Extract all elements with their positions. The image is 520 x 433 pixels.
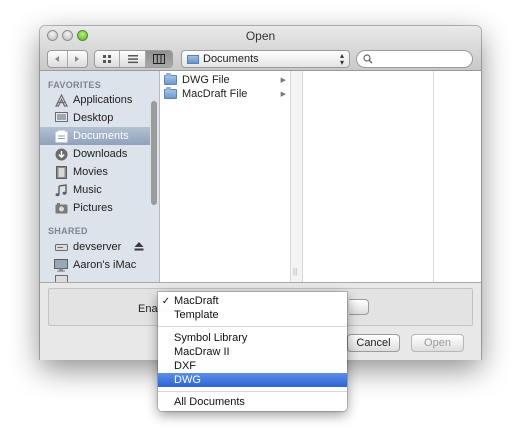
disclosure-arrow-icon: ▶ <box>280 77 286 84</box>
downloads-icon <box>54 147 68 161</box>
computer-icon <box>54 272 68 282</box>
sidebar-item-label: Aaron's iMac <box>73 259 137 271</box>
sidebar: FAVORITES Applications Desktop Documents… <box>40 71 160 282</box>
location-popup-label: Documents <box>203 53 259 65</box>
sidebar-item-downloads[interactable]: Downloads <box>40 145 150 163</box>
disclosure-arrow-icon: ▶ <box>280 91 286 98</box>
forward-button[interactable] <box>68 51 87 67</box>
browser-column-2 <box>303 71 434 282</box>
folder-icon <box>164 87 177 99</box>
menu-item-template[interactable]: Template <box>158 308 347 322</box>
search-icon <box>363 54 373 64</box>
sidebar-item-label: Music <box>73 184 102 196</box>
column-view-button[interactable] <box>145 51 172 67</box>
list-view-icon <box>127 55 138 64</box>
documents-icon <box>54 129 68 143</box>
list-item-macdraft-file[interactable]: MacDraft File ▶ <box>160 87 290 101</box>
icon-view-button[interactable] <box>95 51 121 67</box>
sidebar-item-music[interactable]: Music <box>40 181 150 199</box>
menu-item-dwg[interactable]: DWG <box>158 373 347 387</box>
column-view-icon <box>152 54 165 64</box>
menu-item-symbol-library[interactable]: Symbol Library <box>158 331 347 345</box>
sidebar-item-label: Movies <box>73 166 108 178</box>
movies-icon <box>54 165 68 179</box>
menu-item-dxf[interactable]: DXF <box>158 359 347 373</box>
sidebar-item-documents[interactable]: Documents <box>40 127 150 145</box>
list-item-label: MacDraft File <box>182 88 248 100</box>
music-icon <box>54 183 68 197</box>
chevron-left-icon <box>55 56 60 62</box>
window-title: Open <box>245 29 276 43</box>
list-view-button[interactable] <box>120 51 146 67</box>
sidebar-item-pictures[interactable]: Pictures <box>40 199 150 217</box>
documents-folder-icon <box>187 54 199 64</box>
format-popup-edge[interactable] <box>349 299 369 315</box>
menu-item-macdraw-ii[interactable]: MacDraw II <box>158 345 347 359</box>
sidebar-item-label: Documents <box>73 130 129 142</box>
menu-separator <box>158 326 347 327</box>
cancel-button[interactable]: Cancel <box>347 334 400 352</box>
browser-column-1: DWG File ▶ MacDraft File ▶ <box>160 71 291 282</box>
menu-item-label: Template <box>174 309 219 321</box>
chevron-right-icon <box>75 56 80 62</box>
format-menu: ✓ MacDraft Template Symbol Library MacDr… <box>158 292 347 411</box>
menu-item-label: DWG <box>174 374 201 386</box>
menu-item-label: DXF <box>174 360 196 372</box>
sidebar-item-partial[interactable] <box>40 274 150 282</box>
sidebar-item-label: devserver <box>73 241 122 253</box>
open-button[interactable]: Open <box>411 334 464 352</box>
list-item-label: DWG File <box>182 74 230 86</box>
eject-icon[interactable] <box>134 242 144 251</box>
view-mode-control <box>94 50 173 68</box>
sidebar-item-label: Pictures <box>73 202 113 214</box>
menu-item-all-documents[interactable]: All Documents <box>158 395 347 409</box>
menu-item-label: MacDraft <box>174 295 219 307</box>
sidebar-header-shared: SHARED <box>48 226 88 236</box>
search-field[interactable] <box>356 50 473 68</box>
browser-column-3 <box>434 71 481 282</box>
column-resize-handle[interactable]: || <box>293 267 297 276</box>
back-forward-control <box>47 50 88 68</box>
updown-chevron-icon: ▴ ▾ <box>339 51 344 67</box>
sidebar-header-favorites: FAVORITES <box>48 80 102 90</box>
location-popup[interactable]: Documents ▴ ▾ <box>181 50 350 68</box>
sidebar-item-label: Desktop <box>73 112 114 124</box>
sidebar-item-desktop[interactable]: Desktop <box>40 109 150 127</box>
column-resize-strip: || <box>291 71 303 282</box>
back-button[interactable] <box>48 51 68 67</box>
menu-item-label: Symbol Library <box>174 332 248 344</box>
sidebar-item-movies[interactable]: Movies <box>40 163 150 181</box>
sidebar-item-label: Downloads <box>73 148 128 160</box>
menu-item-label: All Documents <box>174 396 245 408</box>
icon-view-icon <box>103 55 112 63</box>
desktop-icon <box>54 111 68 125</box>
sidebar-scrollbar[interactable] <box>151 101 157 205</box>
menu-item-label: MacDraw II <box>174 346 230 358</box>
menu-separator <box>158 391 347 392</box>
sidebar-item-devserver[interactable]: devserver <box>40 238 150 256</box>
sidebar-item-label: Applications <box>73 94 133 106</box>
checkmark-icon: ✓ <box>161 295 171 307</box>
imac-icon <box>54 258 68 272</box>
list-item-dwg-file[interactable]: DWG File ▶ <box>160 73 290 87</box>
sidebar-item-applications[interactable]: Applications <box>40 91 150 109</box>
applications-icon <box>54 93 68 107</box>
folder-icon <box>164 73 177 85</box>
title-bar: Open Documents ▴ ▾ <box>40 26 481 71</box>
server-icon <box>54 240 68 254</box>
pictures-icon <box>54 201 68 215</box>
menu-item-macdraft[interactable]: ✓ MacDraft <box>158 294 347 308</box>
